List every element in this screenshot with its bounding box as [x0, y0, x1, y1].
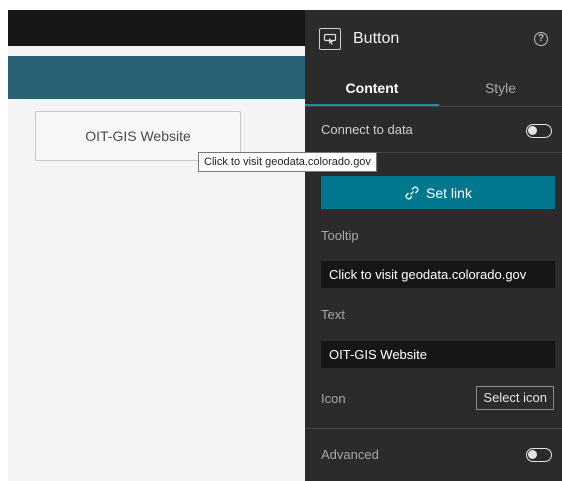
canvas-header-bar — [8, 56, 305, 99]
widget-button-label: OIT-GIS Website — [85, 128, 191, 144]
icon-label: Icon — [321, 391, 346, 406]
panel-tabs: Content Style — [305, 70, 562, 106]
settings-panel: Button ? Content Style Connect to data S… — [305, 10, 562, 481]
advanced-label: Advanced — [321, 447, 379, 462]
tabs-divider — [305, 106, 562, 107]
toggle-knob — [528, 450, 537, 459]
select-icon-button[interactable]: Select icon — [476, 386, 554, 410]
tooltip-popup: Click to visit geodata.colorado.gov — [198, 152, 377, 172]
set-link-label: Set link — [426, 184, 472, 201]
toggle-knob — [528, 126, 537, 135]
connect-to-data-toggle[interactable] — [526, 124, 552, 138]
builder-canvas: OIT-GIS Website — [8, 10, 305, 481]
connect-to-data-label: Connect to data — [321, 122, 413, 137]
button-widget-glyph — [323, 33, 337, 45]
tab-style[interactable]: Style — [439, 70, 562, 106]
set-link-button[interactable]: Set link — [321, 176, 555, 209]
canvas-top-bar — [8, 10, 305, 46]
tooltip-label: Tooltip — [321, 228, 359, 243]
help-circle-icon[interactable]: ? — [534, 32, 548, 46]
advanced-divider — [305, 428, 562, 429]
link-icon — [405, 186, 419, 199]
panel-title: Button — [353, 30, 400, 47]
button-widget-icon — [319, 28, 341, 50]
tooltip-input[interactable]: Click to visit geodata.colorado.gov — [321, 261, 555, 288]
text-input[interactable]: OIT-GIS Website — [321, 341, 555, 368]
text-label: Text — [321, 307, 345, 322]
tab-content[interactable]: Content — [305, 70, 439, 106]
panel-header: Button ? — [305, 10, 562, 70]
advanced-toggle[interactable] — [526, 448, 552, 462]
